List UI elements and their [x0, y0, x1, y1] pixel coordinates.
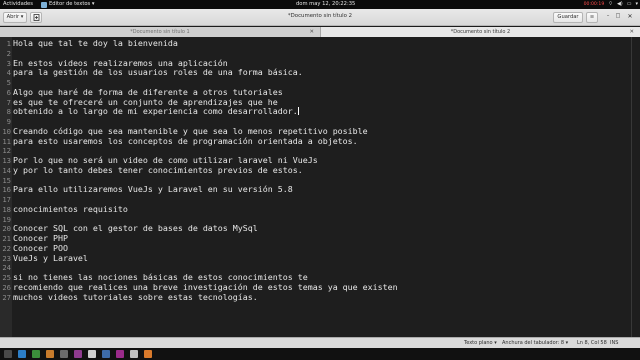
- line-number: 19: [2, 214, 11, 224]
- line-number: 15: [2, 175, 11, 185]
- line-number: 3: [6, 58, 11, 68]
- settings-icon[interactable]: [60, 350, 68, 358]
- line-number: 9: [6, 117, 11, 126]
- editor-line[interactable]: 14 y por lo tanto debes tener conocimient…: [0, 165, 640, 176]
- line-number: 24: [2, 263, 11, 273]
- line-number: 21: [2, 234, 11, 243]
- line-number: 20: [2, 224, 11, 234]
- minimize-button[interactable]: –: [603, 12, 613, 23]
- volume-icon: ◀): [616, 1, 623, 7]
- line-number: 25: [2, 273, 11, 282]
- status-bar: Texto plano ▾ Anchura del tabulador: 8 ▾…: [0, 337, 640, 348]
- network-icon: ⌔: [608, 1, 613, 7]
- editor-line[interactable]: 20 Conocer SQL con el gestor de bases de …: [0, 223, 640, 234]
- line-number: 18: [2, 204, 11, 214]
- line-text[interactable]: Para ello utilizaremos VueJs y Laravel e…: [13, 184, 293, 195]
- line-text[interactable]: para esto usaremos los conceptos de prog…: [13, 136, 358, 147]
- taskbar: [0, 348, 640, 360]
- line-number: 10: [2, 126, 11, 136]
- activities-button[interactable]: Actividades: [3, 0, 33, 9]
- line-number: 7: [6, 97, 11, 107]
- line-number: 17: [2, 195, 11, 204]
- tab-document-1[interactable]: *Documento sin título 1 ✕: [0, 27, 320, 37]
- new-document-icon[interactable]: [30, 12, 42, 23]
- app-menu[interactable]: Editor de textos ▾: [41, 0, 95, 9]
- video-icon[interactable]: [116, 350, 124, 358]
- line-number: 11: [2, 136, 11, 146]
- window-title: *Documento sin título 2: [287, 13, 353, 19]
- line-number: 23: [2, 253, 11, 263]
- window-header-bar: Abrir ▾ *Documento sin título 2 Guardar …: [0, 9, 640, 26]
- app-menu-label: Editor de textos ▾: [49, 1, 95, 7]
- editor-line[interactable]: 18 conocimientos requisito: [0, 204, 640, 215]
- language-selector[interactable]: Texto plano ▾: [464, 340, 497, 347]
- cursor-position: Ln 8, Col 58: [577, 340, 607, 346]
- system-top-bar: Actividades Editor de textos ▾ dom may 1…: [0, 0, 640, 9]
- line-number: 22: [2, 243, 11, 253]
- line-number: 26: [2, 282, 11, 292]
- line-text[interactable]: obtenido a lo largo de mi experiencia co…: [13, 106, 299, 117]
- editor-line[interactable]: 1 Hola que tal te doy la bienvenida: [0, 38, 640, 49]
- clock[interactable]: dom may 12, 20:22:35: [296, 0, 355, 9]
- tab-document-2[interactable]: *Documento sin título 2 ✕: [320, 27, 640, 37]
- line-text[interactable]: Hola que tal te doy la bienvenida: [13, 38, 178, 49]
- system-tray[interactable]: 00:00:19 ⌔ ◀) ▭ ▾: [584, 0, 638, 9]
- open-button[interactable]: Abrir ▾: [3, 12, 27, 23]
- line-number: 4: [6, 68, 11, 78]
- line-text[interactable]: y por lo tanto debes tener conocimientos…: [13, 165, 303, 176]
- line-number: 16: [2, 185, 11, 195]
- line-number: 14: [2, 165, 11, 175]
- tab-label: *Documento sin título 2: [450, 29, 511, 35]
- editor-line[interactable]: 27 muchos videos tutoriales sobre estas t…: [0, 292, 640, 303]
- tab-width-selector[interactable]: Anchura del tabulador: 8 ▾: [502, 340, 568, 347]
- editor-line[interactable]: 21 Conocer PHP: [0, 233, 640, 244]
- line-text[interactable]: conocimientos requisito: [13, 204, 128, 215]
- close-tab-icon[interactable]: ✕: [629, 27, 634, 37]
- line-number: 2: [6, 48, 11, 58]
- line-text[interactable]: VueJs y Laravel: [13, 253, 88, 264]
- editor-line[interactable]: 8 obtenido a lo largo de mi experiencia c…: [0, 106, 640, 117]
- graphics-icon[interactable]: [74, 350, 82, 358]
- line-number: 1: [6, 39, 11, 48]
- code-icon[interactable]: [102, 350, 110, 358]
- editor-line[interactable]: 4 para la gestión de los usuarios roles d…: [0, 67, 640, 78]
- files-icon[interactable]: [4, 350, 12, 358]
- save-button[interactable]: Guardar: [553, 12, 583, 23]
- line-number: 8: [6, 107, 11, 117]
- line-number: 6: [6, 87, 11, 97]
- browser-icon[interactable]: [18, 350, 26, 358]
- app-icon[interactable]: [144, 350, 152, 358]
- editor-line[interactable]: 22 Conocer POO: [0, 243, 640, 254]
- editor-line[interactable]: 11 para esto usaremos los conceptos de pr…: [0, 136, 640, 147]
- battery-icon: ▭: [626, 1, 632, 7]
- terminal-icon[interactable]: [32, 350, 40, 358]
- line-text[interactable]: para la gestión de los usuarios roles de…: [13, 67, 303, 78]
- tab-bar: *Documento sin título 1 ✕ *Documento sin…: [0, 27, 640, 37]
- line-number: 13: [2, 156, 11, 165]
- line-number: 5: [6, 78, 11, 87]
- line-number: 12: [2, 146, 11, 156]
- recording-indicator: 00:00:19: [583, 2, 605, 7]
- maximize-button[interactable]: □: [613, 12, 623, 23]
- insert-mode: INS: [610, 340, 619, 346]
- media-icon[interactable]: [46, 350, 54, 358]
- editor-line[interactable]: 16 Para ello utilizaremos VueJs y Laravel…: [0, 184, 640, 195]
- editor-line[interactable]: 23 VueJs y Laravel: [0, 253, 640, 264]
- tab-label: *Documento sin título 1: [130, 29, 190, 35]
- viewer-icon[interactable]: [130, 350, 138, 358]
- text-editor-icon: [41, 1, 47, 8]
- documents-icon[interactable]: [88, 350, 96, 358]
- close-window-button[interactable]: ✕: [624, 12, 636, 23]
- text-editor-area[interactable]: 1 Hola que tal te doy la bienvenida 2 3 En e…: [0, 37, 640, 337]
- close-tab-icon[interactable]: ✕: [309, 27, 314, 37]
- hamburger-menu-icon[interactable]: ≡: [586, 12, 598, 23]
- line-number: 27: [2, 292, 11, 302]
- power-icon: ▾: [635, 1, 638, 7]
- line-text[interactable]: muchos videos tutoriales sobre estas tec…: [13, 292, 258, 303]
